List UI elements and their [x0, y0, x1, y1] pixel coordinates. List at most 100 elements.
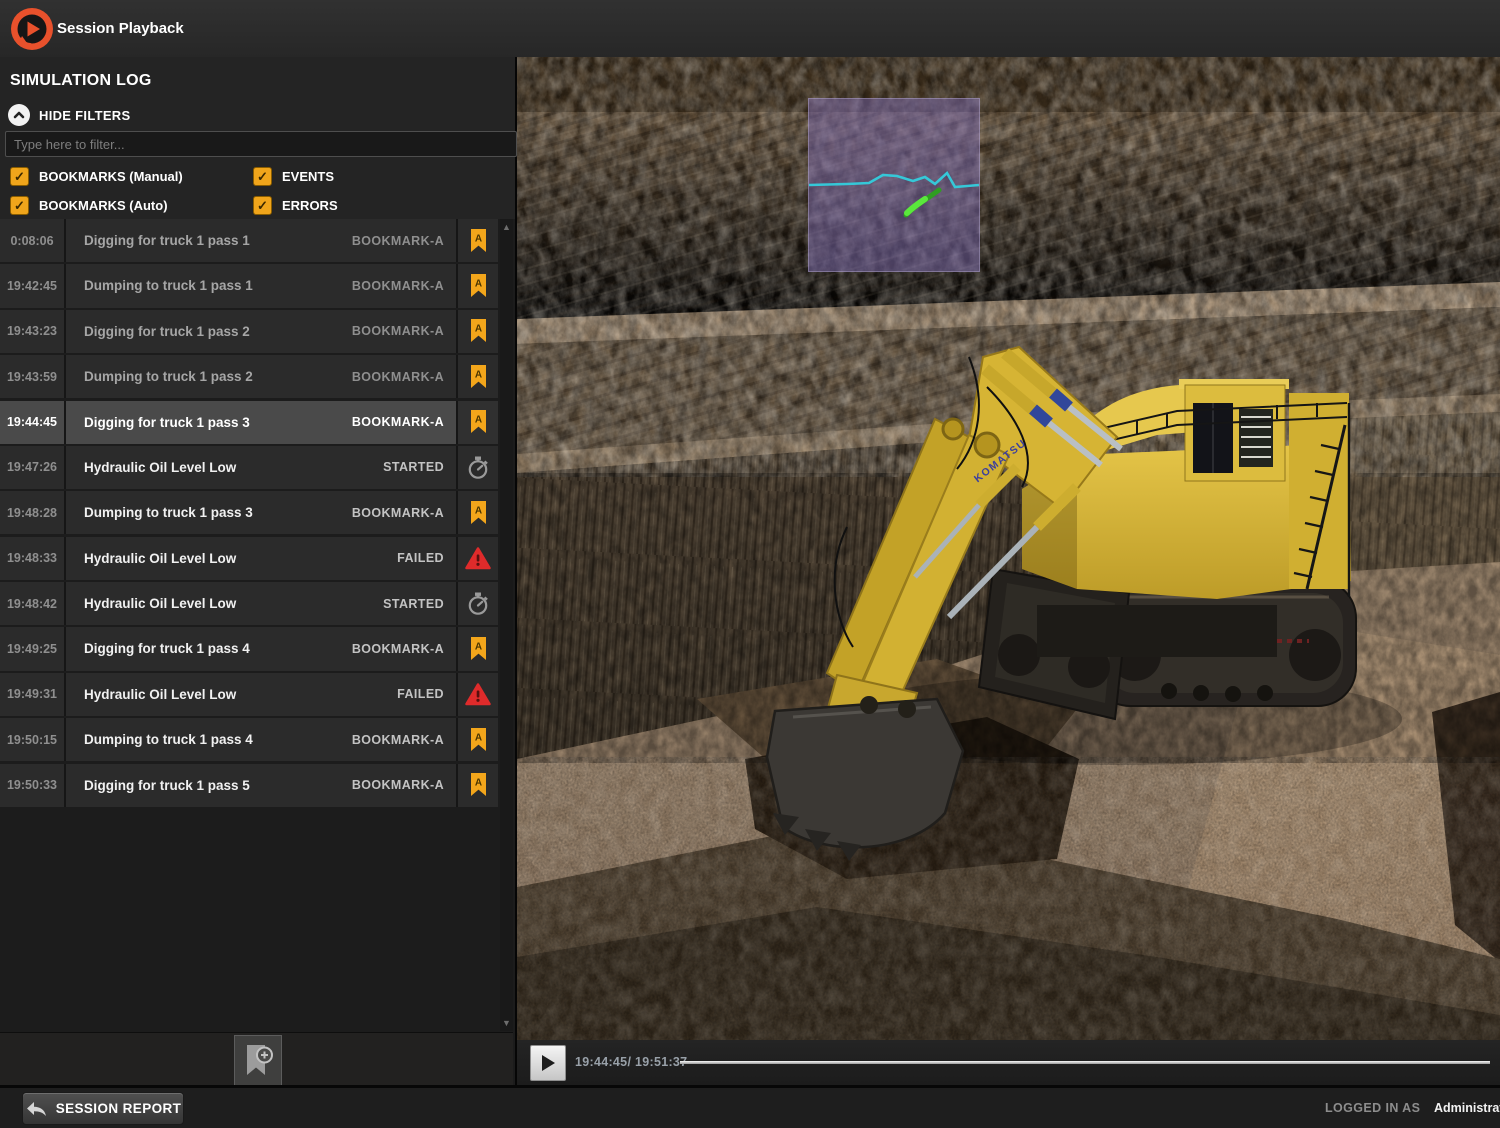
- session-report-button[interactable]: SESSION REPORT: [22, 1092, 184, 1125]
- log-row[interactable]: 19:44:45 Digging for truck 1 pass 3 BOOK…: [0, 401, 498, 444]
- minimap[interactable]: [808, 98, 980, 272]
- log-row[interactable]: 19:48:28 Dumping to truck 1 pass 3 BOOKM…: [0, 491, 498, 534]
- log-row-time: 19:48:33: [0, 537, 64, 580]
- log-row-time: 19:49:25: [0, 627, 64, 670]
- svg-text:A: A: [474, 233, 481, 244]
- simulation-3d-viewport[interactable]: KOMATSU: [517, 57, 1500, 1040]
- filter-input[interactable]: [5, 131, 517, 157]
- log-row[interactable]: 19:50:15 Dumping to truck 1 pass 4 BOOKM…: [0, 718, 498, 761]
- bookmark-plus-icon: [243, 1043, 273, 1079]
- scroll-down-icon[interactable]: ▼: [500, 1018, 513, 1028]
- checkbox-checked-icon: ✓: [253, 196, 272, 215]
- log-row[interactable]: 19:48:33 Hydraulic Oil Level Low FAILED: [0, 537, 498, 580]
- bottom-bar: SESSION REPORT LOGGED IN AS Administrato…: [0, 1085, 1500, 1128]
- panel-title: SIMULATION LOG: [10, 72, 152, 90]
- bookmark-icon: A: [470, 637, 487, 661]
- playback-time: 19:44:45/ 19:51:37: [575, 1040, 687, 1085]
- checkbox-checked-icon: ✓: [10, 167, 29, 186]
- log-row-label: Dumping to truck 1 pass 4: [66, 718, 352, 761]
- log-row-label: Dumping to truck 1 pass 2: [66, 355, 352, 398]
- filter-checkbox-bookmarks-manual[interactable]: ✓ BOOKMARKS (Manual): [10, 163, 253, 189]
- log-row-label: Dumping to truck 1 pass 3: [66, 491, 352, 534]
- log-row-status: BOOKMARK-A: [352, 264, 456, 307]
- svg-text:A: A: [474, 641, 481, 652]
- hide-filters-toggle[interactable]: HIDE FILTERS: [8, 103, 130, 127]
- app-title: Session Playback: [57, 0, 184, 57]
- bookmark-icon: A: [470, 365, 487, 389]
- log-row[interactable]: 19:50:33 Digging for truck 1 pass 5 BOOK…: [0, 764, 498, 807]
- log-row-time: 19:50:33: [0, 764, 64, 807]
- bookmark-icon: A: [470, 501, 487, 525]
- log-row-label: Digging for truck 1 pass 1: [66, 219, 352, 262]
- checkbox-label: BOOKMARKS (Auto): [39, 198, 168, 213]
- seek-slider[interactable]: [680, 1061, 1490, 1064]
- log-row-status: BOOKMARK-A: [352, 764, 456, 807]
- log-row-status: STARTED: [383, 582, 456, 625]
- log-row-time: 19:47:26: [0, 446, 64, 489]
- log-row-time: 19:48:42: [0, 582, 64, 625]
- bookmark-icon: A: [470, 229, 487, 253]
- log-row-time: 19:42:45: [0, 264, 64, 307]
- simulation-log-panel: SIMULATION LOG HIDE FILTERS ✓ BOOKMARKS …: [0, 57, 517, 1085]
- log-row-status: FAILED: [397, 537, 456, 580]
- username: Administrator: [1434, 1088, 1500, 1128]
- logged-in-as-label: LOGGED IN AS: [1325, 1088, 1420, 1128]
- log-row-status: STARTED: [383, 446, 456, 489]
- play-icon: [540, 1054, 556, 1072]
- checkbox-label: EVENTS: [282, 169, 334, 184]
- svg-text:A: A: [474, 278, 481, 289]
- checkbox-label: BOOKMARKS (Manual): [39, 169, 183, 184]
- bookmark-icon: A: [470, 773, 487, 797]
- quarry-scene: [517, 57, 1500, 1040]
- bookmark-toolbar: [0, 1032, 513, 1086]
- log-row-time: 19:43:23: [0, 310, 64, 353]
- log-row[interactable]: 19:43:59 Dumping to truck 1 pass 2 BOOKM…: [0, 355, 498, 398]
- time-separator: /: [627, 1055, 631, 1069]
- svg-text:A: A: [474, 415, 481, 426]
- svg-text:A: A: [474, 505, 481, 516]
- svg-text:A: A: [474, 732, 481, 743]
- filter-checkbox-errors[interactable]: ✓ ERRORS: [253, 192, 338, 218]
- log-row[interactable]: 19:47:26 Hydraulic Oil Level Low STARTED: [0, 446, 498, 489]
- filter-checkbox-bookmarks-auto[interactable]: ✓ BOOKMARKS (Auto): [10, 192, 253, 218]
- log-row-label: Digging for truck 1 pass 2: [66, 310, 352, 353]
- log-row-label: Hydraulic Oil Level Low: [66, 537, 397, 580]
- svg-text:A: A: [474, 324, 481, 335]
- log-row-status: BOOKMARK-A: [352, 491, 456, 534]
- log-row-status: BOOKMARK-A: [352, 310, 456, 353]
- stopwatch-icon: [466, 591, 491, 616]
- filter-checkbox-events[interactable]: ✓ EVENTS: [253, 163, 334, 189]
- session-report-label: SESSION REPORT: [56, 1101, 182, 1116]
- bookmark-icon: A: [470, 728, 487, 752]
- svg-text:A: A: [474, 778, 481, 789]
- log-row-time: 19:48:28: [0, 491, 64, 534]
- log-row[interactable]: 19:43:23 Digging for truck 1 pass 2 BOOK…: [0, 310, 498, 353]
- error-icon: [465, 683, 491, 706]
- log-row-status: FAILED: [397, 673, 456, 716]
- scroll-up-icon[interactable]: ▲: [500, 222, 513, 232]
- log-row-time: 19:49:31: [0, 673, 64, 716]
- log-row[interactable]: 19:49:25 Digging for truck 1 pass 4 BOOK…: [0, 627, 498, 670]
- log-row-label: Dumping to truck 1 pass 1: [66, 264, 352, 307]
- log-row-time: 19:44:45: [0, 401, 64, 444]
- add-bookmark-button[interactable]: [234, 1035, 282, 1086]
- log-scrollbar[interactable]: ▲ ▼: [500, 219, 513, 1031]
- log-row-label: Hydraulic Oil Level Low: [66, 446, 383, 489]
- log-row-time: 0:08:06: [0, 219, 64, 262]
- stopwatch-icon: [466, 455, 491, 480]
- log-row[interactable]: 19:49:31 Hydraulic Oil Level Low FAILED: [0, 673, 498, 716]
- hide-filters-label: HIDE FILTERS: [39, 108, 130, 123]
- bookmark-icon: A: [470, 274, 487, 298]
- log-row-label: Hydraulic Oil Level Low: [66, 582, 383, 625]
- bookmark-icon: A: [470, 410, 487, 434]
- log-row[interactable]: 0:08:06 Digging for truck 1 pass 1 BOOKM…: [0, 219, 498, 262]
- log-row-label: Digging for truck 1 pass 3: [66, 401, 352, 444]
- bookmark-icon: A: [470, 319, 487, 343]
- log-row-status: BOOKMARK-A: [352, 627, 456, 670]
- log-row-time: 19:43:59: [0, 355, 64, 398]
- top-bar: Session Playback: [0, 0, 1500, 58]
- log-row[interactable]: 19:48:42 Hydraulic Oil Level Low STARTED: [0, 582, 498, 625]
- log-row[interactable]: 19:42:45 Dumping to truck 1 pass 1 BOOKM…: [0, 264, 498, 307]
- log-row-status: BOOKMARK-A: [352, 401, 456, 444]
- play-button[interactable]: [530, 1045, 566, 1081]
